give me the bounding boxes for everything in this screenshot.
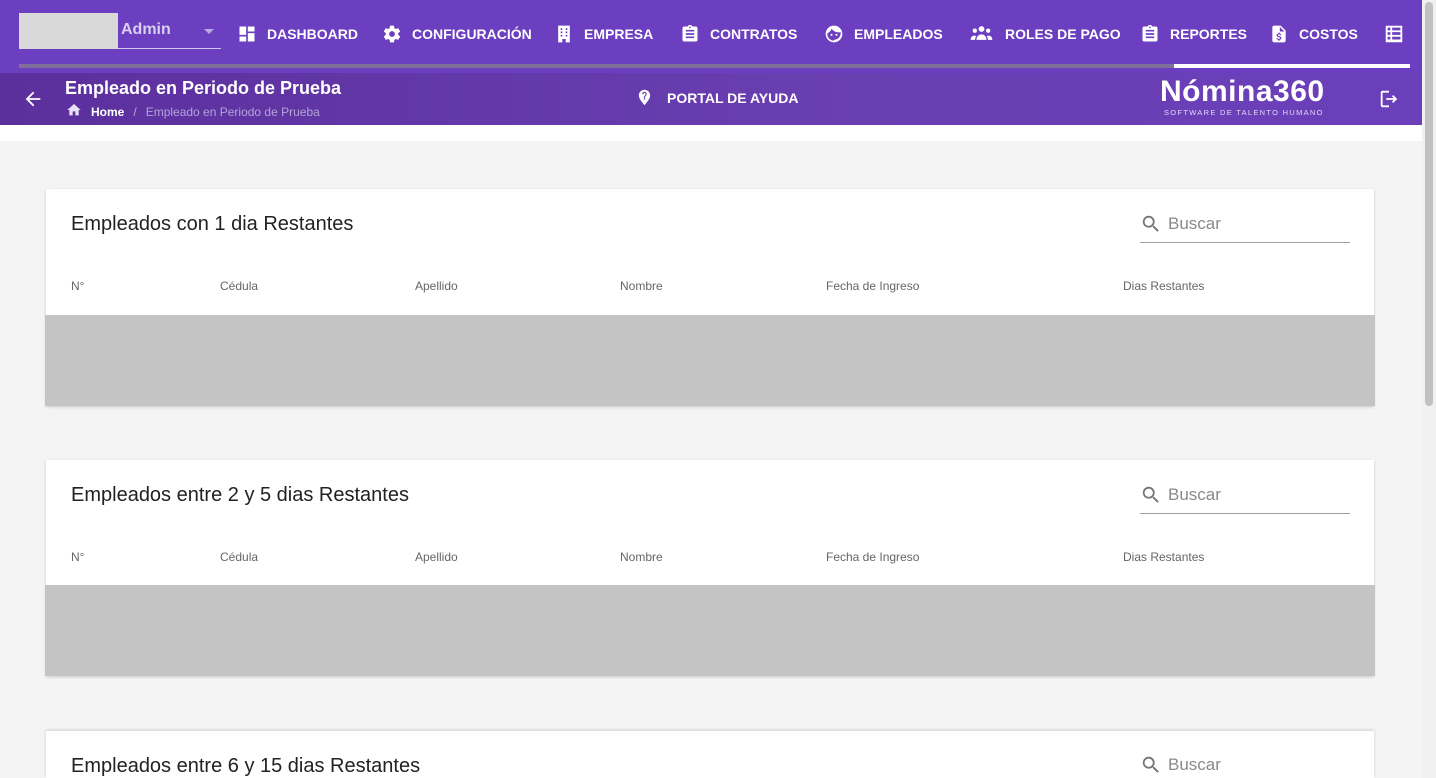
column-header-number[interactable]: N° (71, 550, 84, 564)
help-portal-label: PORTAL DE AYUDA (667, 89, 799, 106)
column-header-apellido[interactable]: Apellido (415, 279, 458, 293)
column-header-dias-restantes[interactable]: Dias Restantes (1123, 279, 1204, 293)
column-header-dias-restantes[interactable]: Dias Restantes (1123, 550, 1204, 564)
loading-progress-bar (19, 64, 1410, 68)
column-header-apellido[interactable]: Apellido (415, 550, 458, 564)
table-card-2-5-days: Empleados entre 2 y 5 dias Restantes N° … (45, 460, 1375, 676)
column-header-fecha-ingreso[interactable]: Fecha de Ingreso (826, 550, 919, 564)
page-scrollbar[interactable] (1422, 0, 1436, 778)
nav-reportes[interactable]: REPORTES (1140, 22, 1247, 46)
nav-dashboard[interactable]: DASHBOARD (237, 22, 358, 46)
nav-empleados[interactable]: EMPLEADOS (824, 22, 943, 46)
logo-wordmark: Nómina360 (1160, 75, 1325, 108)
logout-icon (1380, 90, 1398, 108)
column-header-cedula[interactable]: Cédula (220, 550, 258, 564)
logo-tagline: SOFTWARE DE TALENTO HUMANO (1164, 108, 1324, 117)
search-icon (1142, 486, 1159, 503)
empty-table-body (45, 585, 1375, 676)
nav-label: EMPLEADOS (854, 26, 943, 42)
nav-configuracion[interactable]: CONFIGURACIÓN (382, 22, 532, 46)
top-navbar: Admin DASHBOARD CONFIGURACIÓN EMPRESA CO… (0, 0, 1422, 73)
gear-icon (383, 25, 401, 43)
user-name: Admin (121, 21, 171, 38)
column-header-nombre[interactable]: Nombre (620, 550, 663, 564)
arrow-left-icon (25, 91, 41, 107)
card-title: Empleados entre 6 y 15 dias Restantes (71, 755, 421, 777)
list-icon (1385, 25, 1403, 43)
brand-logo: Nómina360 SOFTWARE DE TALENTO HUMANO (1160, 75, 1340, 118)
breadcrumb-current: Empleado en Periodo de Prueba (145, 104, 320, 119)
search-input[interactable] (1168, 483, 1348, 507)
breadcrumb: Home / Empleado en Periodo de Prueba (66, 102, 320, 121)
search-icon (1142, 215, 1159, 232)
nav-label: EMPRESA (584, 26, 654, 42)
help-portal-link[interactable]: PORTAL DE AYUDA (636, 89, 798, 106)
page-header: Empleado en Periodo de Prueba Home / Emp… (0, 73, 1422, 125)
loading-progress-fill (1173, 64, 1410, 68)
column-header-cedula[interactable]: Cédula (220, 279, 258, 293)
search-field (1140, 750, 1350, 778)
card-title: Empleados con 1 dia Restantes (71, 213, 354, 235)
nav-contratos[interactable]: CONTRATOS (680, 22, 797, 46)
search-field (1140, 480, 1350, 514)
search-icon (1142, 756, 1159, 773)
table-card-1-day: Empleados con 1 dia Restantes N° Cédula … (45, 189, 1375, 406)
home-icon[interactable] (66, 102, 91, 121)
avatar (19, 13, 118, 49)
column-header-number[interactable]: N° (71, 279, 84, 293)
back-button[interactable] (22, 88, 44, 110)
nav-label: COSTOS (1299, 26, 1358, 42)
chevron-down-icon[interactable] (204, 29, 214, 34)
invoice-dollar-icon (1272, 25, 1286, 43)
nav-label: ROLES DE PAGO (1005, 26, 1121, 42)
search-input[interactable] (1168, 212, 1348, 236)
breadcrumb-home-link[interactable]: Home (91, 105, 124, 119)
building-icon (558, 25, 570, 43)
content-top-strip (0, 125, 1422, 141)
group-icon (970, 26, 993, 40)
dashboard-icon (239, 26, 255, 42)
nav-roles-de-pago[interactable]: ROLES DE PAGO (968, 22, 1121, 46)
nav-label: REPORTES (1170, 26, 1248, 42)
scrollbar-thumb[interactable] (1425, 2, 1433, 406)
help-icon (638, 89, 651, 106)
page-title: Empleado en Periodo de Prueba (65, 78, 342, 98)
nav-label: CONFIGURACIÓN (412, 26, 532, 42)
logout-button[interactable] (1378, 88, 1400, 115)
empty-table-body (45, 315, 1375, 406)
search-field (1140, 209, 1350, 243)
clipboard-icon (682, 24, 698, 42)
nav-label: CONTRATOS (710, 26, 798, 42)
nav-costos[interactable]: COSTOS (1269, 22, 1358, 46)
nav-more[interactable] (1383, 23, 1405, 50)
card-title: Empleados entre 2 y 5 dias Restantes (71, 484, 409, 506)
user-select[interactable]: Admin (19, 13, 221, 49)
nav-label: DASHBOARD (267, 26, 358, 42)
clipboard-icon (1142, 24, 1158, 42)
face-icon (825, 25, 843, 43)
nav-empresa[interactable]: EMPRESA (554, 22, 653, 46)
breadcrumb-separator: / (133, 104, 137, 119)
search-input[interactable] (1168, 753, 1348, 777)
column-header-fecha-ingreso[interactable]: Fecha de Ingreso (826, 279, 919, 293)
table-card-6-15-days: Empleados entre 6 y 15 dias Restantes (46, 731, 1374, 778)
column-header-nombre[interactable]: Nombre (620, 279, 663, 293)
